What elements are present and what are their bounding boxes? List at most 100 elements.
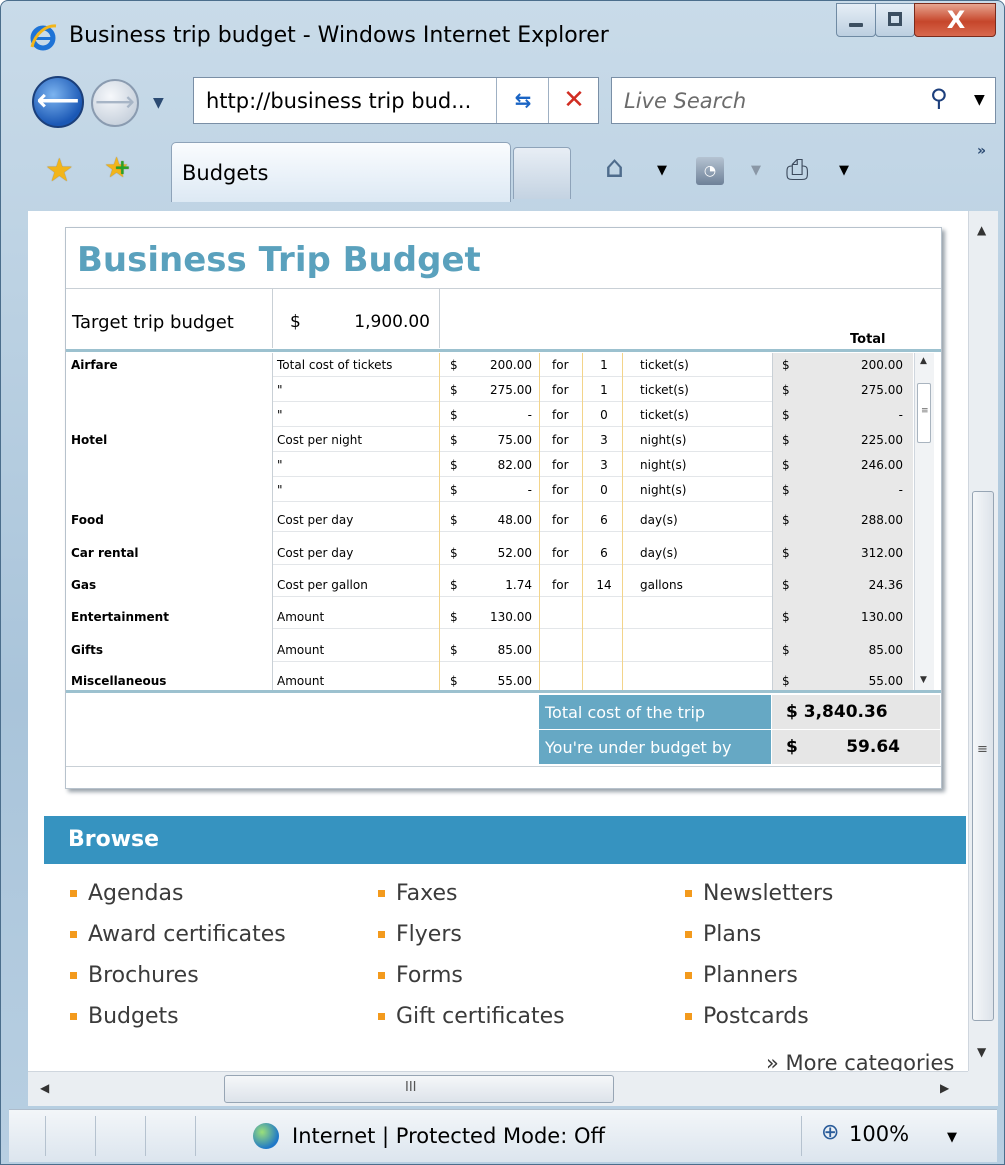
refresh-button[interactable]: ⇆ (496, 78, 549, 123)
cell-cur[interactable]: $ (450, 358, 458, 372)
cell-total[interactable]: 130.00 (801, 610, 903, 624)
cell-qty[interactable]: 0 (589, 408, 619, 422)
page-vertical-scrollbar[interactable]: ▲ ≡ ▼ (968, 211, 998, 1071)
cell-cat[interactable]: Airfare (71, 358, 118, 372)
table-row[interactable]: Car rental Cost per day $52.00 for 6 day(s) $3… (66, 541, 916, 565)
print-dropdown[interactable]: ▼ (839, 163, 849, 178)
cell-tcur[interactable]: $ (782, 610, 790, 624)
cell-tcur[interactable]: $ (782, 483, 790, 497)
back-button[interactable]: ⟵ (32, 76, 84, 128)
cell-tcur[interactable]: $ (782, 546, 790, 560)
cell-qty[interactable]: 0 (589, 483, 619, 497)
cell-for[interactable]: for (552, 458, 569, 472)
cell-cur[interactable]: $ (450, 674, 458, 688)
cell-desc[interactable]: Amount (277, 674, 324, 688)
cell-unit[interactable]: gallons (640, 578, 683, 592)
cell-amt[interactable]: 130.00 (466, 610, 532, 624)
cell-tcur[interactable]: $ (782, 643, 790, 657)
feeds-icon[interactable]: ◔ (696, 157, 724, 185)
browse-category-link[interactable]: Flyers (376, 922, 565, 963)
browse-category-link[interactable]: Brochures (68, 963, 286, 1004)
cell-for[interactable]: for (552, 383, 569, 397)
cell-cur[interactable]: $ (450, 483, 458, 497)
zoom-level[interactable]: 100% (849, 1122, 909, 1146)
search-options-dropdown[interactable]: ▼ (974, 92, 985, 108)
minimize-button[interactable] (836, 3, 876, 37)
cell-tcur[interactable]: $ (782, 513, 790, 527)
cell-unit[interactable]: day(s) (640, 513, 678, 527)
cell-cur[interactable]: $ (450, 578, 458, 592)
cell-amt[interactable]: 200.00 (466, 358, 532, 372)
table-row[interactable]: Gifts Amount $85.00 $85.00 (66, 638, 916, 662)
cell-cat[interactable]: Entertainment (71, 610, 169, 624)
cell-unit[interactable]: ticket(s) (640, 358, 689, 372)
cell-qty[interactable]: 6 (589, 513, 619, 527)
cell-amt[interactable]: 75.00 (466, 433, 532, 447)
cell-tcur[interactable]: $ (782, 358, 790, 372)
table-row[interactable]: Airfare Total cost of tickets $200.00 for 1 t… (66, 353, 916, 377)
cell-desc[interactable]: Amount (277, 643, 324, 657)
cell-for[interactable]: for (552, 483, 569, 497)
table-row[interactable]: " $275.00 for 1 ticket(s) $275.00 (66, 378, 916, 402)
cell-qty[interactable]: 1 (589, 358, 619, 372)
cell-unit[interactable]: night(s) (640, 483, 686, 497)
cell-desc[interactable]: Cost per day (277, 546, 353, 560)
cell-cur[interactable]: $ (450, 513, 458, 527)
tab-budgets[interactable]: Budgets (171, 142, 511, 202)
cell-qty[interactable]: 1 (589, 383, 619, 397)
close-button[interactable]: X (914, 3, 996, 37)
cell-total[interactable]: 312.00 (801, 546, 903, 560)
cell-qty[interactable]: 14 (589, 578, 619, 592)
browse-category-link[interactable]: Award certificates (68, 922, 286, 963)
cell-amt[interactable]: 52.00 (466, 546, 532, 560)
target-budget-value[interactable]: 1,900.00 (328, 312, 430, 332)
cell-qty[interactable]: 3 (589, 433, 619, 447)
cell-tcur[interactable]: $ (782, 408, 790, 422)
home-icon[interactable]: ⌂ (605, 150, 624, 185)
table-row[interactable]: Miscellaneous Amount $55.00 $55.00 (66, 669, 916, 690)
cell-cur[interactable]: $ (450, 458, 458, 472)
expense-rows[interactable]: Airfare Total cost of tickets $200.00 for 1 t… (66, 353, 916, 690)
cell-cat[interactable]: Gas (71, 578, 96, 592)
cell-desc[interactable]: Cost per day (277, 513, 353, 527)
scroll-thumb[interactable]: III (224, 1075, 614, 1103)
browse-category-link[interactable]: Budgets (68, 1004, 286, 1045)
feeds-dropdown[interactable]: ▼ (751, 163, 761, 178)
cell-total[interactable]: 288.00 (801, 513, 903, 527)
toolbar-overflow-chevron-icon[interactable]: » (977, 143, 986, 159)
cell-tcur[interactable]: $ (782, 383, 790, 397)
security-zone-text[interactable]: Internet | Protected Mode: Off (292, 1124, 605, 1148)
cell-tcur[interactable]: $ (782, 578, 790, 592)
cell-unit[interactable]: day(s) (640, 546, 678, 560)
table-row[interactable]: Gas Cost per gallon $1.74 for 14 gallons $24.3… (66, 573, 916, 597)
cell-cat[interactable]: Hotel (71, 433, 107, 447)
cell-cur[interactable]: $ (450, 433, 458, 447)
browse-category-link[interactable]: Agendas (68, 881, 286, 922)
scroll-thumb[interactable]: ≡ (917, 383, 931, 443)
stop-button[interactable]: ✕ (548, 78, 599, 123)
cell-for[interactable]: for (552, 358, 569, 372)
zoom-dropdown[interactable]: ▼ (947, 1130, 957, 1145)
page-horizontal-scrollbar[interactable]: ◀ III ▶ (28, 1071, 968, 1106)
cell-total[interactable]: - (801, 483, 903, 497)
cell-unit[interactable]: ticket(s) (640, 408, 689, 422)
cell-cat[interactable]: Gifts (71, 643, 103, 657)
cell-total[interactable]: 225.00 (801, 433, 903, 447)
cell-cur[interactable]: $ (450, 610, 458, 624)
browse-category-link[interactable]: Newsletters (683, 881, 833, 922)
cell-cat[interactable]: Food (71, 513, 104, 527)
cell-cur[interactable]: $ (450, 383, 458, 397)
cell-total[interactable]: 200.00 (801, 358, 903, 372)
browse-category-link[interactable]: Postcards (683, 1004, 833, 1045)
cell-desc[interactable]: Cost per gallon (277, 578, 368, 592)
cell-for[interactable]: for (552, 433, 569, 447)
cell-amt[interactable]: 48.00 (466, 513, 532, 527)
cell-desc[interactable]: Amount (277, 610, 324, 624)
maximize-button[interactable] (875, 3, 915, 37)
scroll-down-arrow-icon[interactable]: ▼ (977, 1045, 986, 1059)
cell-unit[interactable]: night(s) (640, 458, 686, 472)
scroll-left-arrow-icon[interactable]: ◀ (40, 1081, 49, 1095)
cell-amt[interactable]: 275.00 (466, 383, 532, 397)
table-row[interactable]: Food Cost per day $48.00 for 6 day(s) $288.00 (66, 508, 916, 532)
cell-for[interactable]: for (552, 546, 569, 560)
